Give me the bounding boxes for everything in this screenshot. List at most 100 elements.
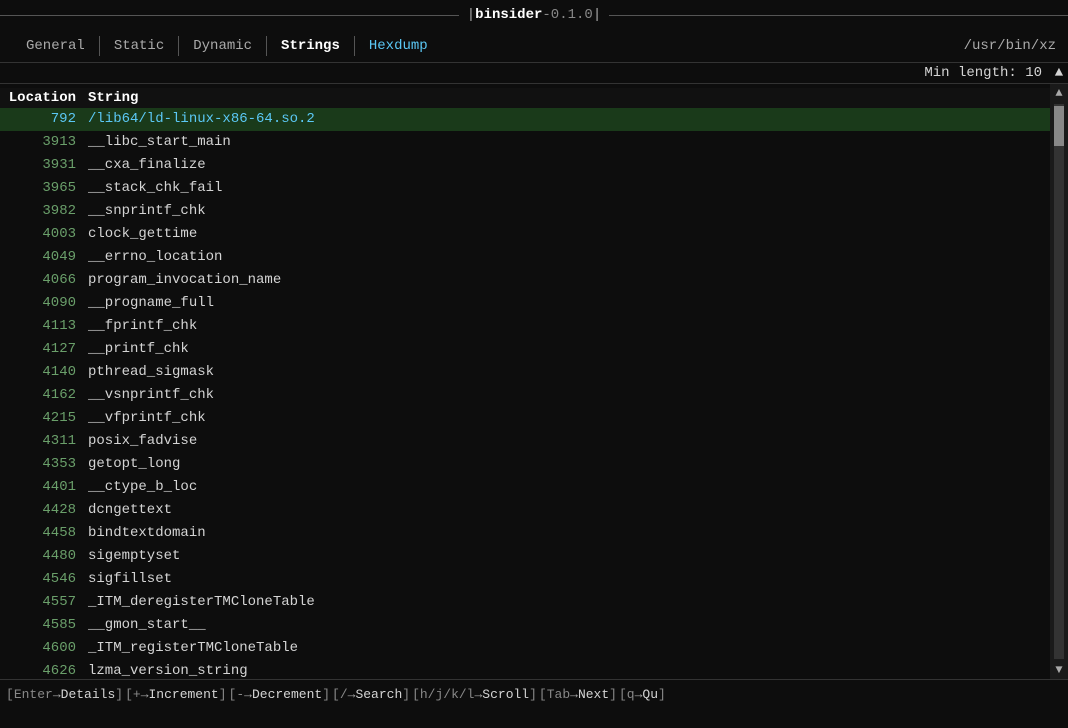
- row-string: _ITM_deregisterTMCloneTable: [88, 592, 315, 613]
- row-string: sigemptyset: [88, 546, 180, 567]
- status-item: [Enter→Details]: [6, 687, 123, 702]
- row-location: 4557: [8, 592, 88, 613]
- header-location: Location: [8, 90, 88, 106]
- row-location: 4162: [8, 385, 88, 406]
- table-row[interactable]: 3913__libc_start_main: [0, 131, 1050, 154]
- status-bracket-close: ]: [219, 687, 227, 702]
- table-row[interactable]: 3982__snprintf_chk: [0, 200, 1050, 223]
- row-string: pthread_sigmask: [88, 362, 214, 383]
- status-bracket-open: [: [6, 687, 14, 702]
- status-bracket-close: ]: [322, 687, 330, 702]
- scrollbar-up-arrow[interactable]: ▲: [1050, 65, 1068, 81]
- table-row[interactable]: 4353getopt_long: [0, 453, 1050, 476]
- row-location: 3913: [8, 132, 88, 153]
- tab-static[interactable]: Static: [100, 36, 179, 56]
- status-key: q: [627, 687, 635, 702]
- status-item: [+→Increment]: [125, 687, 226, 702]
- row-location: 4127: [8, 339, 88, 360]
- table-row[interactable]: 3965__stack_chk_fail: [0, 177, 1050, 200]
- scroll-up-button[interactable]: ▲: [1050, 84, 1068, 102]
- row-location: 4003: [8, 224, 88, 245]
- row-location: 4311: [8, 431, 88, 452]
- status-arrow: →: [244, 687, 252, 702]
- table-row[interactable]: 4215__vfprintf_chk: [0, 407, 1050, 430]
- table-rows: 792/lib64/ld-linux-x86-64.so.23913__libc…: [0, 108, 1050, 679]
- row-string: __gmon_start__: [88, 615, 206, 636]
- table-row[interactable]: 4401__ctype_b_loc: [0, 476, 1050, 499]
- table-row[interactable]: 792/lib64/ld-linux-x86-64.so.2: [0, 108, 1050, 131]
- row-location: 4401: [8, 477, 88, 498]
- table-row[interactable]: 4311posix_fadvise: [0, 430, 1050, 453]
- row-string: _ITM_registerTMCloneTable: [88, 638, 298, 659]
- table-row[interactable]: 4557_ITM_deregisterTMCloneTable: [0, 591, 1050, 614]
- status-label: Details: [61, 687, 116, 702]
- row-string: program_invocation_name: [88, 270, 281, 291]
- row-location: 4090: [8, 293, 88, 314]
- scroll-down-button[interactable]: ▼: [1050, 661, 1068, 679]
- row-string: __vsnprintf_chk: [88, 385, 214, 406]
- table-row[interactable]: 4585__gmon_start__: [0, 614, 1050, 637]
- row-string: __cxa_finalize: [88, 155, 206, 176]
- row-location: 4140: [8, 362, 88, 383]
- status-label: Decrement: [252, 687, 322, 702]
- status-bracket-open: [: [125, 687, 133, 702]
- table-row[interactable]: 4003clock_gettime: [0, 223, 1050, 246]
- scrollbar-track[interactable]: [1054, 104, 1064, 659]
- nav-bar: General Static Dynamic Strings Hexdump /…: [0, 30, 1068, 63]
- tab-general[interactable]: General: [12, 36, 100, 56]
- table-row[interactable]: 4066program_invocation_name: [0, 269, 1050, 292]
- status-item: [q→Qu]: [619, 687, 666, 702]
- table-row[interactable]: 4127__printf_chk: [0, 338, 1050, 361]
- table-row[interactable]: 4049__errno_location: [0, 246, 1050, 269]
- table-content: Location String 792/lib64/ld-linux-x86-6…: [0, 84, 1050, 679]
- tab-dynamic[interactable]: Dynamic: [179, 36, 267, 56]
- row-string: bindtextdomain: [88, 523, 206, 544]
- status-key: Enter: [14, 687, 53, 702]
- table-row[interactable]: 4600_ITM_registerTMCloneTable: [0, 637, 1050, 660]
- scrollbar: ▲ ▼: [1050, 84, 1068, 679]
- row-string: __libc_start_main: [88, 132, 231, 153]
- status-item: [h/j/k/l→Scroll]: [412, 687, 537, 702]
- status-key: Tab: [547, 687, 570, 702]
- row-string: __errno_location: [88, 247, 222, 268]
- status-bracket-close: ]: [529, 687, 537, 702]
- table-row[interactable]: 4626lzma_version_string: [0, 660, 1050, 679]
- status-label: Search: [355, 687, 402, 702]
- status-arrow: →: [474, 687, 482, 702]
- min-length-bar: Min length: 10 ▲: [0, 63, 1068, 84]
- table-row[interactable]: 4140pthread_sigmask: [0, 361, 1050, 384]
- table-row[interactable]: 4546sigfillset: [0, 568, 1050, 591]
- row-string: __vfprintf_chk: [88, 408, 206, 429]
- status-arrow: →: [348, 687, 356, 702]
- status-label: Qu: [642, 687, 658, 702]
- row-location: 4480: [8, 546, 88, 567]
- status-item: [-→Decrement]: [229, 687, 330, 702]
- table-row[interactable]: 3931__cxa_finalize: [0, 154, 1050, 177]
- status-bracket-open: [: [539, 687, 547, 702]
- status-key: h/j/k/l: [420, 687, 475, 702]
- row-string: /lib64/ld-linux-x86-64.so.2: [88, 109, 315, 130]
- row-string: posix_fadvise: [88, 431, 197, 452]
- row-string: __snprintf_chk: [88, 201, 206, 222]
- main-content: Min length: 10 ▲ Location String 792/lib…: [0, 63, 1068, 679]
- tab-hexdump[interactable]: Hexdump: [355, 36, 442, 56]
- nav-path: /usr/bin/xz: [964, 38, 1056, 54]
- row-location: 4215: [8, 408, 88, 429]
- tab-strings[interactable]: Strings: [267, 36, 355, 56]
- row-location: 4546: [8, 569, 88, 590]
- status-arrow: →: [635, 687, 643, 702]
- status-bracket-close: ]: [115, 687, 123, 702]
- scrollbar-thumb[interactable]: [1054, 106, 1064, 146]
- row-location: 3931: [8, 155, 88, 176]
- table-row[interactable]: 4428dcngettext: [0, 499, 1050, 522]
- row-location: 4049: [8, 247, 88, 268]
- status-bracket-open: [: [229, 687, 237, 702]
- table-row[interactable]: 4090__progname_full: [0, 292, 1050, 315]
- table-row[interactable]: 4480sigemptyset: [0, 545, 1050, 568]
- table-row[interactable]: 4458bindtextdomain: [0, 522, 1050, 545]
- table-row[interactable]: 4162__vsnprintf_chk: [0, 384, 1050, 407]
- status-arrow: →: [570, 687, 578, 702]
- row-location: 4113: [8, 316, 88, 337]
- table-row[interactable]: 4113__fprintf_chk: [0, 315, 1050, 338]
- status-bracket-close: ]: [658, 687, 666, 702]
